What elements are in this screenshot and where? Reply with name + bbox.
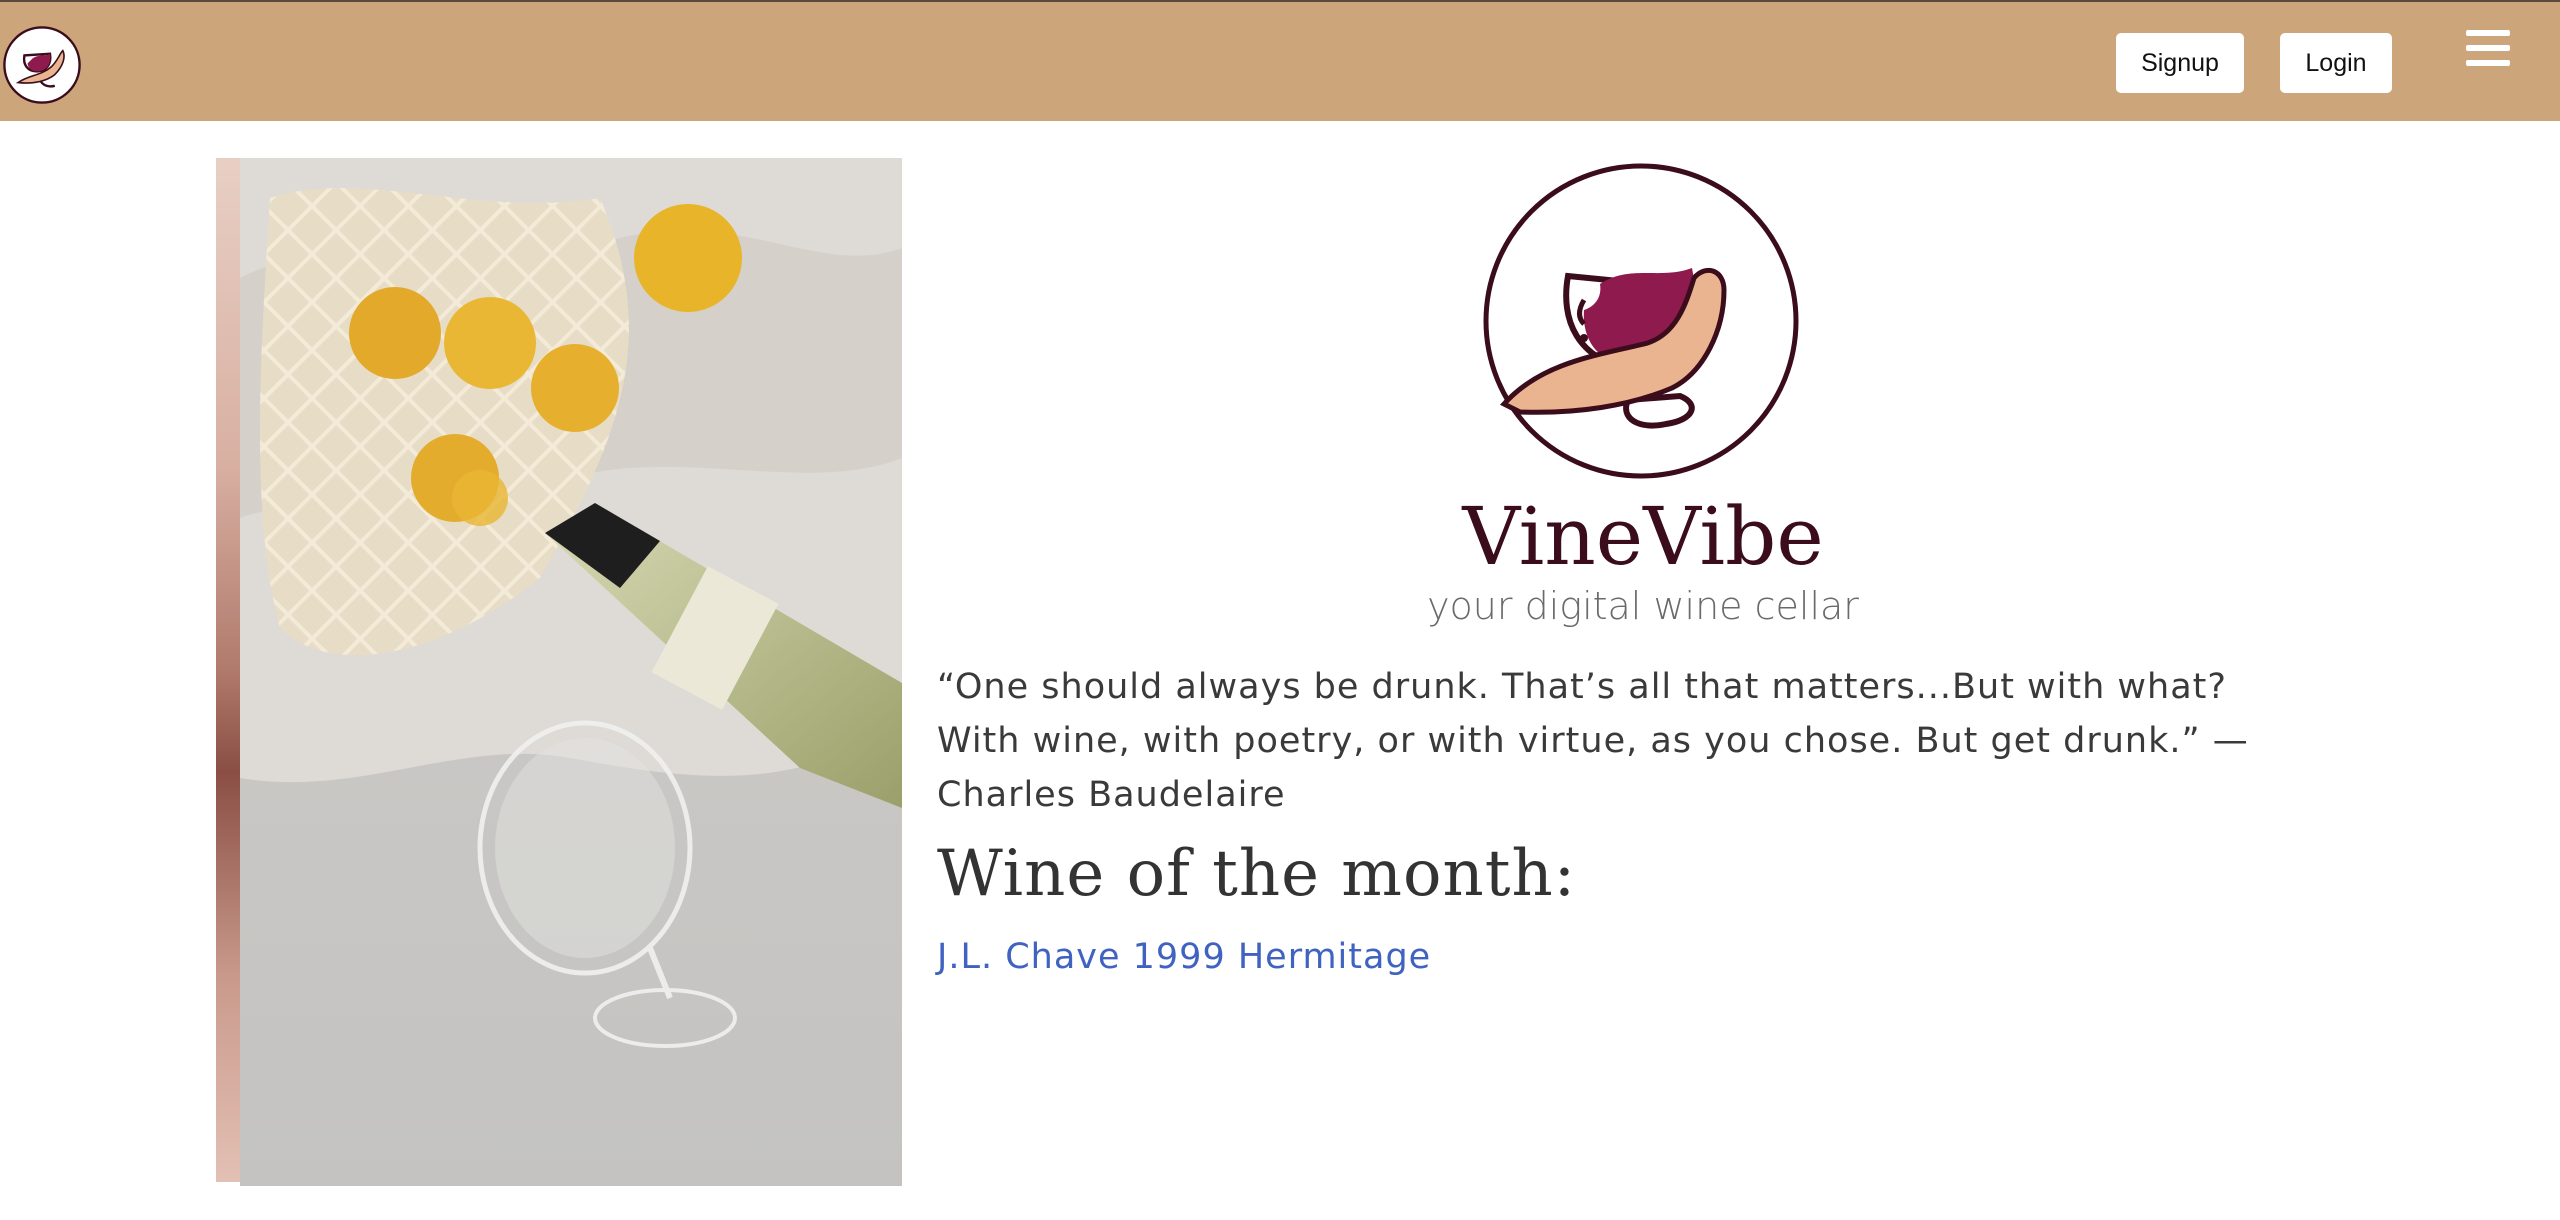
image-carousel[interactable] — [216, 158, 902, 1186]
wine-of-the-month-heading: Wine of the month: — [937, 837, 1577, 911]
carousel-photo — [240, 158, 902, 1186]
vinevibe-hero-logo-icon — [1483, 163, 1799, 479]
wine-of-the-month-link[interactable]: J.L. Chave 1999 Hermitage — [937, 935, 1431, 979]
baudelaire-quote: “One should always be drunk. That’s all … — [937, 667, 2249, 815]
navbar: Signup Login — [0, 0, 2560, 121]
carousel-previous-slide — [216, 158, 240, 1182]
brand-name: VineVibe — [1462, 490, 1824, 583]
hamburger-menu-icon[interactable] — [2466, 28, 2510, 72]
signup-button[interactable]: Signup — [2116, 33, 2244, 93]
vinevibe-logo-icon[interactable] — [2, 25, 82, 105]
login-button[interactable]: Login — [2280, 33, 2392, 93]
brand-tagline: your digital wine cellar — [1427, 584, 1859, 628]
